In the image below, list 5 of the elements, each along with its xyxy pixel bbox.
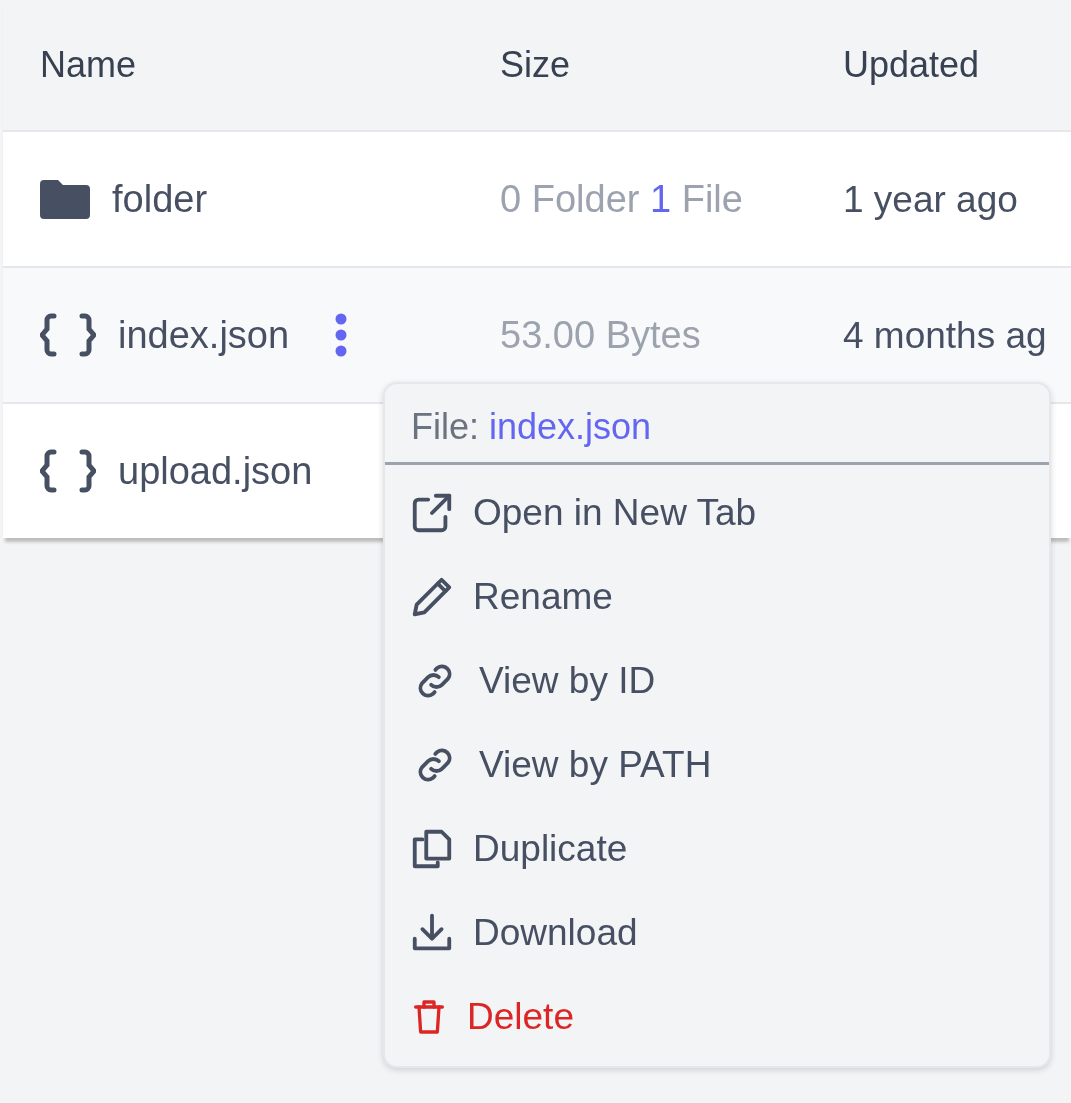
size-text: 0 Folder 1 File [500,177,743,220]
updated-time: 4 months ag [843,314,1047,356]
size-text: 53.00 Bytes [500,313,701,356]
menu-title: File: index.json [385,384,1049,465]
updated-time: 1 year ago [843,178,1018,220]
